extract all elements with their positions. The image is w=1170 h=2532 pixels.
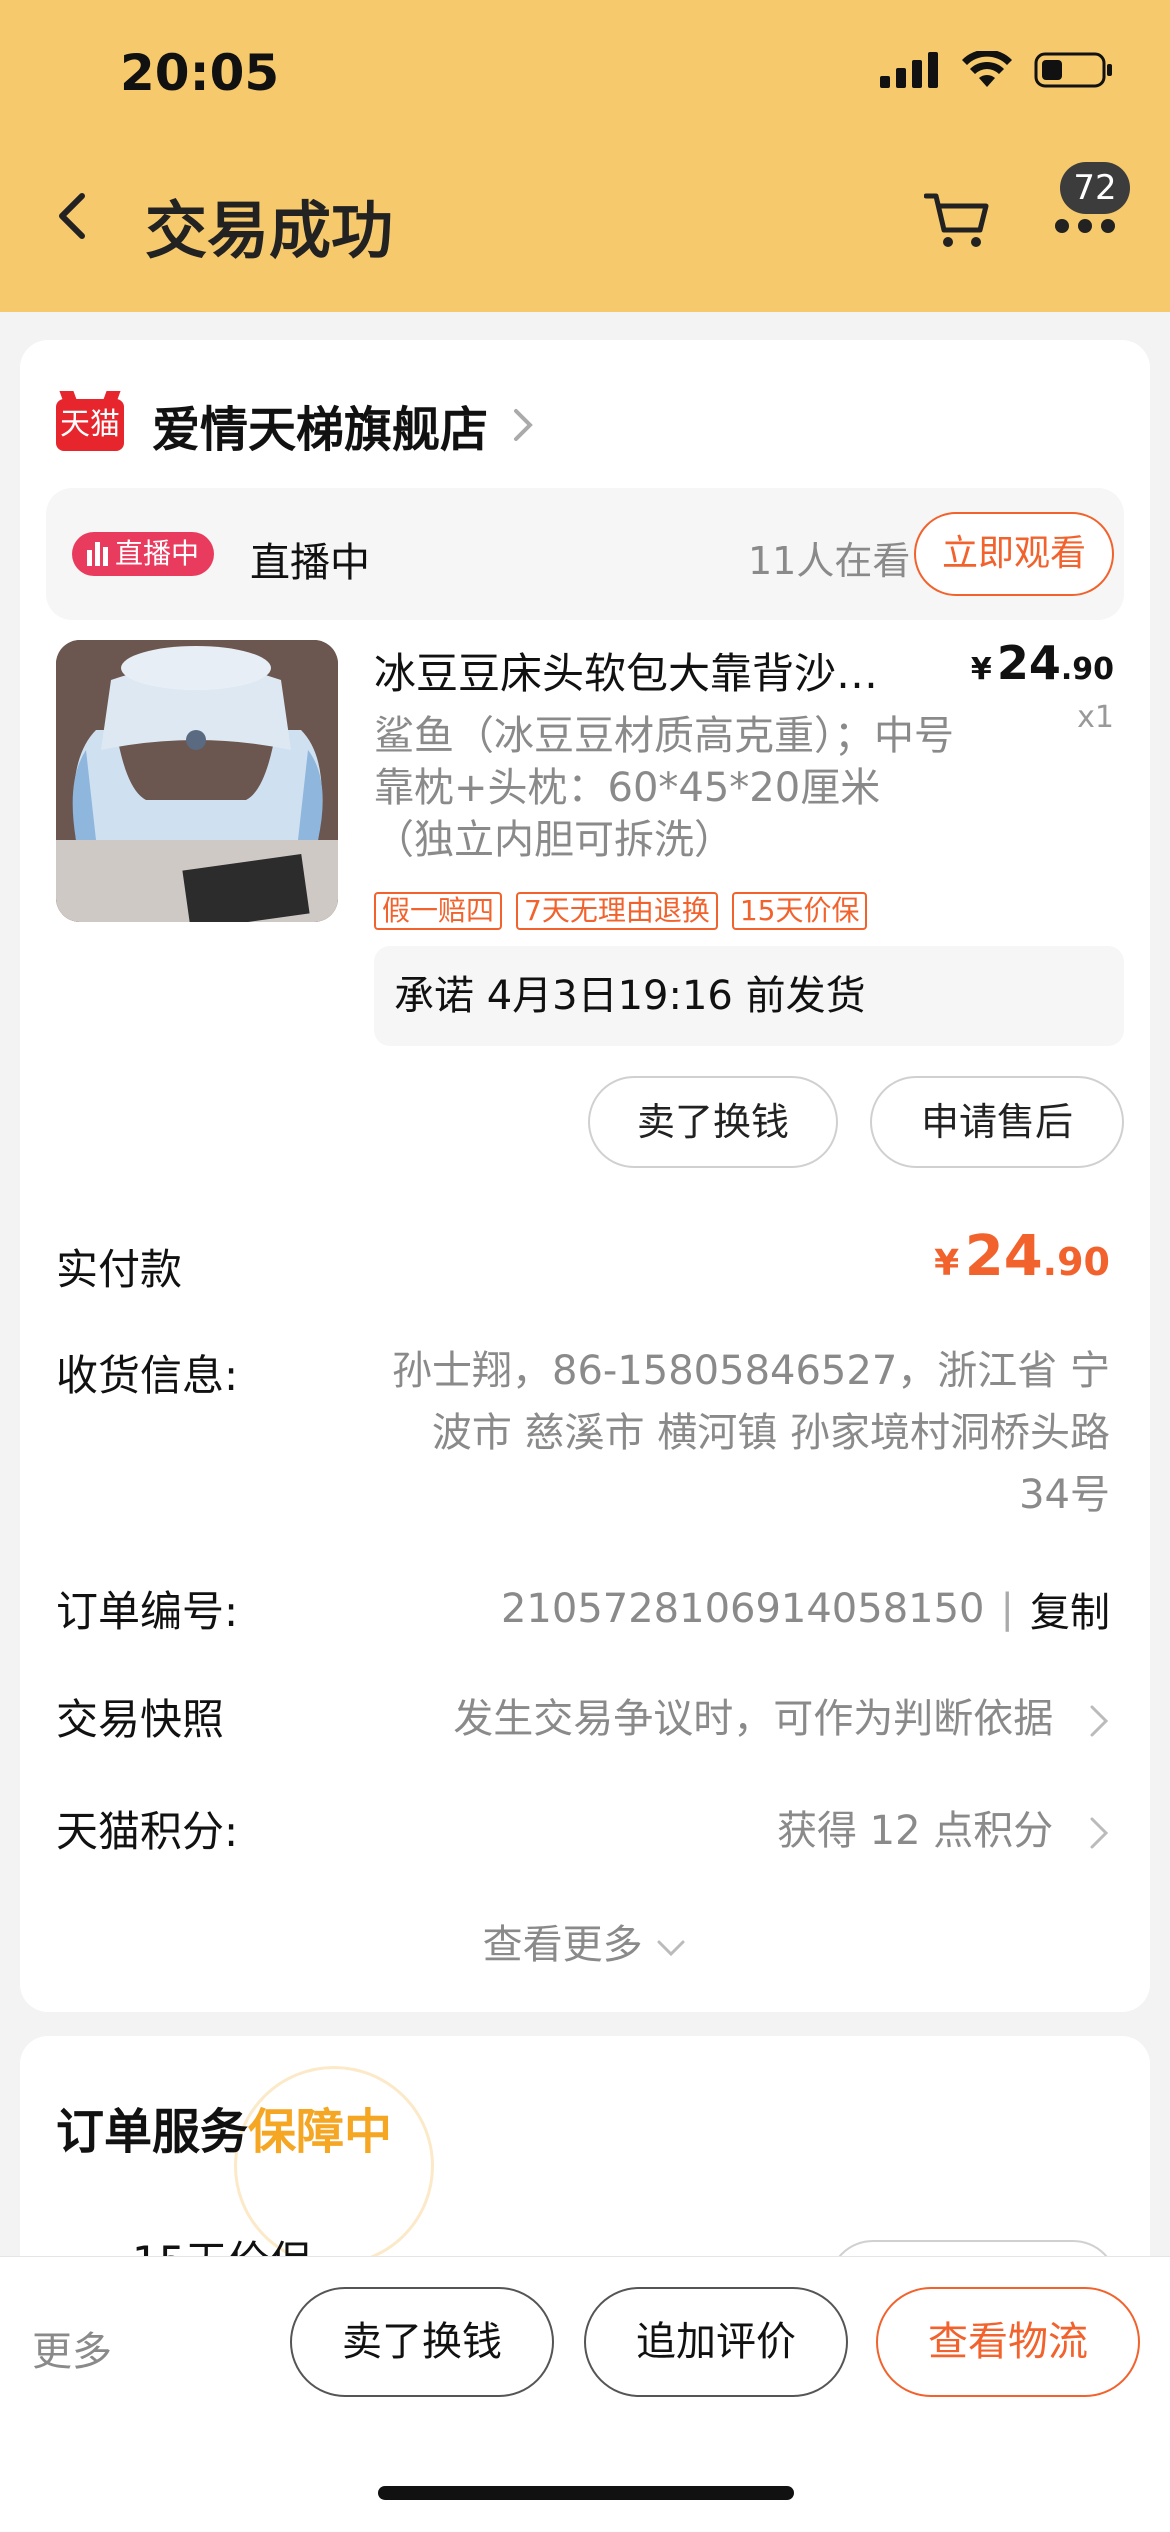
live-bars-icon: [86, 542, 108, 566]
view-logistics-button[interactable]: 查看物流: [876, 2287, 1140, 2397]
viewer-count: 11人在看: [748, 539, 911, 583]
snapshot-label: 交易快照: [56, 1695, 225, 1744]
product-tags: 假一赔四 7天无理由退换 15天价保: [374, 892, 868, 930]
tmall-logo: 天猫: [56, 399, 124, 451]
points-value: 获得 12 点积分: [776, 1808, 1054, 1854]
price-decimal: .90: [1060, 652, 1114, 687]
pillow-image: [56, 640, 338, 922]
product-title[interactable]: 冰豆豆床头软包大靠背沙…: [374, 640, 934, 701]
paid-amount: ¥ 24.90: [934, 1224, 1110, 1289]
cart-icon[interactable]: [924, 190, 990, 250]
live-badge: 直播中: [72, 532, 214, 576]
home-indicator: [378, 2486, 794, 2500]
order-card: 天猫 爱情天梯旗舰店 直播中 直播中 11人在看 立即观看 冰豆豆床头软包大靠背…: [20, 340, 1150, 2012]
order-number-value: 2105728106914058150: [500, 1586, 985, 1632]
paid-integer: 24: [964, 1224, 1043, 1289]
live-label: 直播中: [250, 540, 370, 586]
copy-button[interactable]: 复制: [1030, 1580, 1110, 1638]
wifi-icon: [962, 51, 1012, 87]
back-icon[interactable]: [50, 188, 100, 244]
sell-for-cash-button[interactable]: 卖了换钱: [588, 1076, 838, 1168]
product-price: ¥ 24.90: [971, 636, 1114, 690]
store-header[interactable]: 天猫 爱情天梯旗舰店: [56, 390, 536, 460]
top-header: 20:05 交易成功 72: [0, 0, 1170, 312]
chevron-right-icon: [514, 409, 533, 441]
product-spec: 鲨鱼（冰豆豆材质高克重）；中号靠枕+头枕：60*45*20厘米（独立内胆可拆洗）: [374, 713, 954, 863]
service-title-highlight: 保障中: [248, 2104, 393, 2160]
snapshot-value: 发生交易争议时，可作为判断依据: [453, 1696, 1054, 1742]
tag-7day-return: 7天无理由退换: [516, 892, 718, 930]
watch-now-button[interactable]: 立即观看: [914, 512, 1114, 596]
bottom-sell-button[interactable]: 卖了换钱: [290, 2287, 554, 2397]
order-number-row: 2105728106914058150 | 复制: [501, 1580, 1110, 1638]
status-time: 20:05: [120, 44, 280, 102]
paid-label: 实付款: [56, 1245, 183, 1294]
service-title: 订单服务保障中: [56, 2092, 392, 2162]
after-sale-button[interactable]: 申请售后: [870, 1076, 1124, 1168]
status-icons: [880, 50, 1114, 90]
shipping-promise: 承诺 4月3日19:16 前发货: [374, 946, 1124, 1046]
cart-count-badge: 72: [1060, 162, 1130, 214]
order-number-separator: |: [1000, 1586, 1014, 1632]
product-image[interactable]: [56, 640, 338, 922]
view-more-text: 查看更多: [482, 1922, 643, 1968]
signal-icon: [880, 52, 938, 88]
points-row[interactable]: 获得 12 点积分: [777, 1798, 1110, 1856]
paid-decimal: .90: [1042, 1240, 1110, 1284]
paid-symbol: ¥: [934, 1243, 960, 1284]
product-quantity: x1: [1077, 700, 1114, 735]
tag-price-protect: 15天价保: [731, 892, 868, 930]
price-integer: 24: [996, 636, 1061, 690]
page-title: 交易成功: [145, 194, 394, 267]
chevron-down-icon: [657, 1940, 685, 1957]
battery-icon: [1034, 52, 1112, 88]
service-title-text: 订单服务: [56, 2104, 249, 2160]
chevron-right-icon: [1090, 1705, 1109, 1737]
price-symbol: ¥: [970, 652, 992, 687]
live-badge-text: 直播中: [114, 537, 199, 570]
add-review-button[interactable]: 追加评价: [584, 2287, 848, 2397]
points-label: 天猫积分:: [56, 1807, 239, 1856]
snapshot-row[interactable]: 发生交易争议时，可作为判断依据: [453, 1686, 1110, 1744]
view-more-link[interactable]: 查看更多: [20, 1912, 1150, 1970]
address-value: 孙士翔，86-15805846527，浙江省 宁波市 慈溪市 横河镇 孙家境村洞…: [392, 1348, 1110, 1518]
live-stream-bar[interactable]: 直播中 直播中 11人在看 立即观看: [46, 488, 1124, 620]
order-number-label: 订单编号:: [56, 1587, 239, 1636]
address-label: 收货信息:: [56, 1351, 239, 1400]
store-name[interactable]: 爱情天梯旗舰店: [152, 390, 488, 460]
more-menu[interactable]: 更多: [32, 2319, 112, 2377]
tag-fake-compensation: 假一赔四: [374, 892, 503, 930]
chevron-right-icon: [1090, 1817, 1109, 1849]
